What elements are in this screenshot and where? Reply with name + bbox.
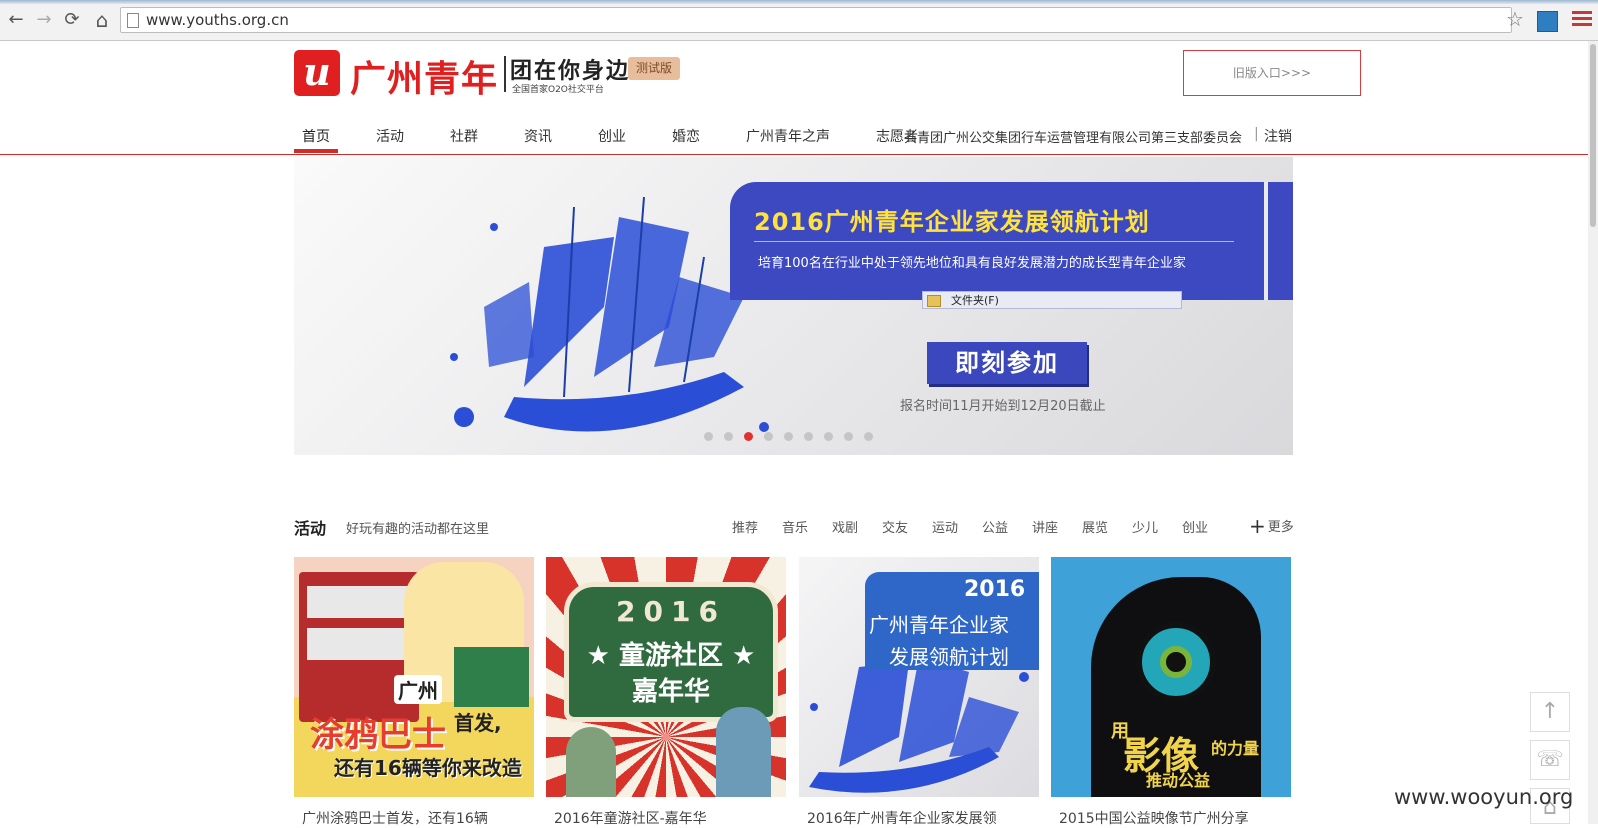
kid-illustration (566, 727, 616, 797)
category-lecture[interactable]: 讲座 (1032, 517, 1058, 536)
card-img-text: 的力量 (1211, 739, 1260, 758)
category-startup[interactable]: 创业 (1182, 517, 1208, 536)
card-img-text: 2016 (616, 595, 726, 628)
banner-panel-stripe (1269, 182, 1293, 300)
carousel-dot[interactable] (804, 432, 813, 441)
banner-title: 2016广州青年企业家发展领航计划 (754, 208, 1150, 236)
beta-badge: 测试版 (628, 57, 680, 80)
nav-dating[interactable]: 婚恋 (672, 126, 700, 146)
address-bar[interactable]: www.youths.org.cn (120, 7, 1512, 33)
category-music[interactable]: 音乐 (782, 517, 808, 536)
nav-home[interactable]: 首页 (302, 126, 330, 146)
card-img-text: 嘉年华 (631, 677, 710, 707)
card-img-text: 广州 (394, 675, 442, 704)
folder-tooltip: 文件夹(F) (922, 291, 1182, 309)
extension-icon[interactable] (1537, 11, 1558, 32)
category-drama[interactable]: 戏剧 (832, 517, 858, 536)
slogan: 团在你身边 (510, 58, 631, 84)
film-reel-icon (1136, 622, 1216, 702)
nav-community[interactable]: 社群 (450, 126, 478, 146)
banner-subtitle: 培育100名在行业中处于领先地位和具有良好发展潜力的成长型青年企业家 (758, 256, 1186, 271)
forward-icon[interactable]: → (34, 10, 54, 30)
reload-icon[interactable]: ⟳ (62, 10, 82, 30)
sub-slogan: 全国首家O2O社交平台 (512, 85, 604, 95)
more-link[interactable]: + 更多 (1249, 514, 1294, 538)
nav-news[interactable]: 资讯 (524, 126, 552, 146)
registration-time: 报名时间11月开始到12月20日截止 (900, 399, 1106, 414)
carousel-dot[interactable] (824, 432, 833, 441)
section-title: 活动 (294, 519, 327, 538)
activity-card-graffiti-bus[interactable]: 广州 涂鸦巴士 首发, 还有16辆等你来改造 (294, 557, 534, 797)
header-divider (0, 154, 1588, 155)
old-version-link[interactable]: 旧版入口>>> (1183, 50, 1361, 96)
category-kids[interactable]: 少儿 (1132, 517, 1158, 536)
back-icon[interactable]: ← (6, 10, 26, 30)
card-img-text: ★ 童游社区 ★ (586, 641, 756, 671)
category-recommend[interactable]: 推荐 (732, 517, 758, 536)
main-nav: 首页 活动 社群 资讯 创业 婚恋 广州青年之声 志愿者 共青团广州公交集团行车… (294, 120, 1294, 152)
card-caption[interactable]: 2016年童游社区-嘉年华 (554, 808, 707, 828)
watermark: www.wooyun.org (1394, 785, 1574, 809)
bookmark-star-icon[interactable]: ☆ (1506, 8, 1524, 30)
carousel-dot[interactable] (844, 432, 853, 441)
nav-startup[interactable]: 创业 (598, 126, 626, 146)
scrollbar-thumb[interactable] (1590, 44, 1596, 227)
card-img-text: 涂鸦巴士 (310, 715, 446, 755)
customer-service-icon[interactable]: ☏ (1530, 740, 1570, 780)
panel-gap (1264, 182, 1268, 300)
banner-rule (754, 241, 1234, 242)
category-exhibition[interactable]: 展览 (1082, 517, 1108, 536)
carousel-dot[interactable] (764, 432, 773, 441)
browser-menu-icon[interactable] (1572, 11, 1592, 29)
carousel-dot[interactable] (784, 432, 793, 441)
activity-card-carnival[interactable]: 2016 ★ 童游社区 ★ 嘉年华 (546, 557, 786, 797)
logo-icon[interactable]: u (294, 50, 340, 96)
logo-text[interactable]: 广州青年 (350, 50, 498, 102)
card-caption[interactable]: 广州涂鸦巴士首发，还有16辆 (302, 808, 488, 828)
activity-card-film-festival[interactable]: 用 影像 的力量 推动公益 (1051, 557, 1291, 797)
truck-illustration (454, 647, 529, 707)
plus-icon: + (1249, 514, 1266, 538)
category-social[interactable]: 交友 (882, 517, 908, 536)
active-nav-indicator (294, 149, 338, 153)
card-img-text: 还有16辆等你来改造 (334, 756, 522, 780)
nav-activity[interactable]: 活动 (376, 126, 404, 146)
card-img-text: 发展领航计划 (889, 645, 1009, 669)
carousel-dot[interactable] (744, 432, 753, 441)
nav-separator: | (1254, 126, 1259, 142)
logo-divider (504, 56, 506, 92)
ship-illustration (450, 196, 769, 432)
card-caption[interactable]: 2016年广州青年企业家发展领 (807, 808, 997, 828)
window-top-strip (0, 0, 1598, 4)
home-icon[interactable]: ⌂ (92, 10, 112, 30)
current-user[interactable]: 共青团广州公交集团行车运营管理有限公司第三支部委员会 (904, 127, 1242, 146)
browser-toolbar: ← → ⟳ ⌂ www.youths.org.cn ☆ (0, 0, 1598, 41)
hero-banner[interactable]: 2016广州青年企业家发展领航计划 培育100名在行业中处于领先地位和具有良好发… (294, 157, 1293, 455)
card-img-text: 2016 (964, 577, 1026, 602)
page-icon (127, 13, 139, 28)
more-label: 更多 (1267, 520, 1294, 535)
card-caption[interactable]: 2015中国公益映像节广州分享 (1059, 808, 1249, 828)
join-now-button[interactable]: 即刻参加 (927, 342, 1087, 384)
tooltip-text: 文件夹(F) (951, 294, 999, 307)
kid-illustration (716, 707, 771, 797)
nav-youth-voice[interactable]: 广州青年之声 (746, 126, 830, 146)
activity-card-entrepreneur[interactable]: 2016 广州青年企业家 发展领航计划 (799, 557, 1039, 797)
card-img-text: 推动公益 (1146, 771, 1211, 790)
card-img-text: 首发, (454, 711, 502, 735)
category-charity[interactable]: 公益 (982, 517, 1008, 536)
folder-icon (927, 295, 941, 307)
carousel-dot[interactable] (724, 432, 733, 441)
carousel-dot[interactable] (704, 432, 713, 441)
back-to-top-icon[interactable]: ↑ (1530, 692, 1570, 732)
category-sports[interactable]: 运动 (932, 517, 958, 536)
card-img-text: 广州青年企业家 (869, 613, 1009, 637)
section-subtitle: 好玩有趣的活动都在这里 (346, 522, 490, 537)
url-text: www.youths.org.cn (146, 11, 289, 29)
carnival-sign: 2016 ★ 童游社区 ★ 嘉年华 (564, 582, 778, 722)
logout-link[interactable]: 注销 (1264, 126, 1292, 146)
carousel-dot[interactable] (864, 432, 873, 441)
